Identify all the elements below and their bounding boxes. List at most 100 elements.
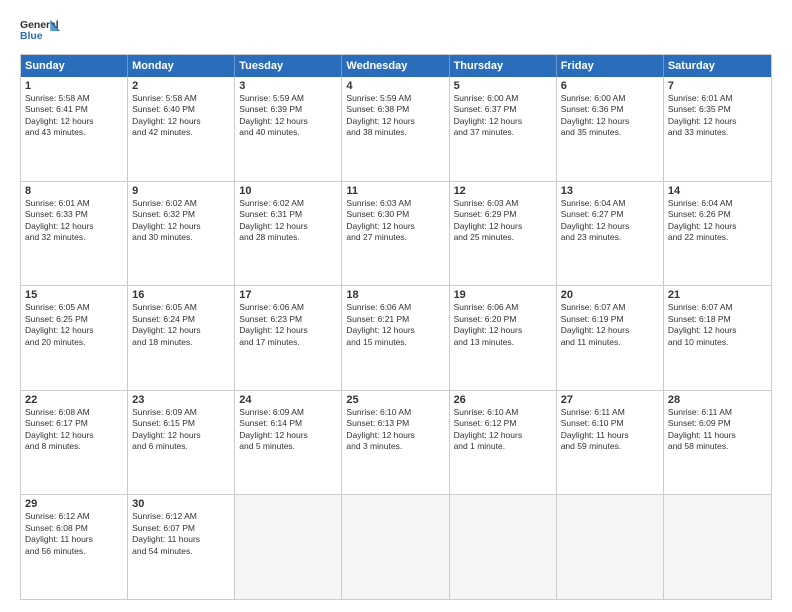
table-row — [342, 495, 449, 599]
cell-line: and 56 minutes. — [25, 546, 123, 557]
cell-line: Sunset: 6:27 PM — [561, 209, 659, 220]
cell-line: Sunrise: 5:58 AM — [132, 93, 230, 104]
table-row: 5Sunrise: 6:00 AMSunset: 6:37 PMDaylight… — [450, 77, 557, 181]
day-number: 25 — [346, 394, 444, 406]
cell-line: Sunset: 6:13 PM — [346, 418, 444, 429]
cell-line: Daylight: 12 hours — [25, 430, 123, 441]
cell-line: Sunrise: 6:12 AM — [25, 511, 123, 522]
table-row: 29Sunrise: 6:12 AMSunset: 6:08 PMDayligh… — [21, 495, 128, 599]
cell-line: Sunrise: 6:06 AM — [346, 302, 444, 313]
cell-line: and 17 minutes. — [239, 337, 337, 348]
header-day-tuesday: Tuesday — [235, 55, 342, 77]
cell-line: Daylight: 11 hours — [132, 534, 230, 545]
table-row: 24Sunrise: 6:09 AMSunset: 6:14 PMDayligh… — [235, 391, 342, 495]
table-row: 8Sunrise: 6:01 AMSunset: 6:33 PMDaylight… — [21, 182, 128, 286]
day-number: 26 — [454, 394, 552, 406]
cell-line: and 18 minutes. — [132, 337, 230, 348]
header-day-sunday: Sunday — [21, 55, 128, 77]
cell-line: and 58 minutes. — [668, 441, 767, 452]
header-day-friday: Friday — [557, 55, 664, 77]
cell-line: Sunrise: 6:09 AM — [239, 407, 337, 418]
day-number: 13 — [561, 185, 659, 197]
table-row: 21Sunrise: 6:07 AMSunset: 6:18 PMDayligh… — [664, 286, 771, 390]
day-number: 23 — [132, 394, 230, 406]
cell-line: Daylight: 12 hours — [346, 325, 444, 336]
cell-line: Sunset: 6:30 PM — [346, 209, 444, 220]
table-row: 12Sunrise: 6:03 AMSunset: 6:29 PMDayligh… — [450, 182, 557, 286]
cell-line: Daylight: 12 hours — [346, 116, 444, 127]
cell-line: Sunset: 6:39 PM — [239, 104, 337, 115]
cell-line: and 11 minutes. — [561, 337, 659, 348]
cell-line: Sunset: 6:14 PM — [239, 418, 337, 429]
table-row: 20Sunrise: 6:07 AMSunset: 6:19 PMDayligh… — [557, 286, 664, 390]
cell-line: and 28 minutes. — [239, 232, 337, 243]
cell-line: Daylight: 12 hours — [239, 116, 337, 127]
cell-line: and 13 minutes. — [454, 337, 552, 348]
cell-line: and 33 minutes. — [668, 127, 767, 138]
cell-line: and 6 minutes. — [132, 441, 230, 452]
cell-line: and 3 minutes. — [346, 441, 444, 452]
table-row: 6Sunrise: 6:00 AMSunset: 6:36 PMDaylight… — [557, 77, 664, 181]
table-row: 2Sunrise: 5:58 AMSunset: 6:40 PMDaylight… — [128, 77, 235, 181]
week-row-5: 29Sunrise: 6:12 AMSunset: 6:08 PM Dayligh… — [21, 495, 771, 599]
day-number: 12 — [454, 185, 552, 197]
cell-line: Sunset: 6:36 PM — [561, 104, 659, 115]
cell-line: Sunrise: 5:59 AM — [346, 93, 444, 104]
table-row — [557, 495, 664, 599]
cell-line: Daylight: 12 hours — [668, 116, 767, 127]
cell-line: and 5 minutes. — [239, 441, 337, 452]
cell-line: Sunrise: 6:10 AM — [454, 407, 552, 418]
cell-line: Sunset: 6:08 PM — [25, 523, 123, 534]
cell-line: Sunset: 6:41 PM — [25, 104, 123, 115]
svg-text:Blue: Blue — [20, 31, 43, 42]
calendar-body: 1 Sunrise: 5:58 AM Sunset: 6:41 PM Daylight… — [21, 77, 771, 599]
day-number: 19 — [454, 289, 552, 301]
cell-line: Daylight: 12 hours — [132, 325, 230, 336]
day-number: 29 — [25, 498, 123, 510]
cell-line: Sunset: 6:25 PM — [25, 314, 123, 325]
cell-line: and 15 minutes. — [346, 337, 444, 348]
cell-line: Daylight: 12 hours — [454, 221, 552, 232]
day-number: 1 — [25, 80, 123, 92]
cell-line: and 35 minutes. — [561, 127, 659, 138]
day-number: 30 — [132, 498, 230, 510]
week-row-1: 1 Sunrise: 5:58 AM Sunset: 6:41 PM Daylight… — [21, 77, 771, 182]
day-number: 3 — [239, 80, 337, 92]
day-number: 24 — [239, 394, 337, 406]
cell-line: and 10 minutes. — [668, 337, 767, 348]
table-row: 17Sunrise: 6:06 AMSunset: 6:23 PMDayligh… — [235, 286, 342, 390]
cell-line: Sunset: 6:23 PM — [239, 314, 337, 325]
cell-line: Sunset: 6:40 PM — [132, 104, 230, 115]
cell-line: Daylight: 11 hours — [561, 430, 659, 441]
cell-line: Sunset: 6:09 PM — [668, 418, 767, 429]
cell-line: Daylight: 12 hours — [132, 221, 230, 232]
cell-line: Daylight: 12 hours — [454, 116, 552, 127]
cell-line: Daylight: 12 hours — [561, 325, 659, 336]
cell-line: Sunset: 6:37 PM — [454, 104, 552, 115]
cell-line: Sunset: 6:33 PM — [25, 209, 123, 220]
week-row-3: 15Sunrise: 6:05 AMSunset: 6:25 PMDayligh… — [21, 286, 771, 391]
cell-line: and 22 minutes. — [668, 232, 767, 243]
table-row: 19Sunrise: 6:06 AMSunset: 6:20 PMDayligh… — [450, 286, 557, 390]
logo-image: General Blue — [20, 16, 60, 46]
cell-line: Daylight: 12 hours — [25, 325, 123, 336]
cell-line: Sunrise: 6:04 AM — [561, 198, 659, 209]
cell-line: Sunrise: 6:06 AM — [239, 302, 337, 313]
cell-line: and 43 minutes. — [25, 127, 123, 138]
cell-line: and 54 minutes. — [132, 546, 230, 557]
header-day-thursday: Thursday — [450, 55, 557, 77]
cell-line: Sunrise: 6:11 AM — [561, 407, 659, 418]
table-row: 11Sunrise: 6:03 AMSunset: 6:30 PMDayligh… — [342, 182, 449, 286]
cell-line: Daylight: 12 hours — [346, 221, 444, 232]
cell-line: Daylight: 11 hours — [668, 430, 767, 441]
cell-line: Daylight: 12 hours — [668, 221, 767, 232]
table-row: 9Sunrise: 6:02 AMSunset: 6:32 PMDaylight… — [128, 182, 235, 286]
day-number: 22 — [25, 394, 123, 406]
cell-line: Sunrise: 6:02 AM — [239, 198, 337, 209]
cell-line: Daylight: 12 hours — [25, 221, 123, 232]
cell-line: Sunrise: 6:01 AM — [25, 198, 123, 209]
day-number: 8 — [25, 185, 123, 197]
day-number: 9 — [132, 185, 230, 197]
cell-line: Sunrise: 6:08 AM — [25, 407, 123, 418]
cell-line: Daylight: 12 hours — [561, 116, 659, 127]
